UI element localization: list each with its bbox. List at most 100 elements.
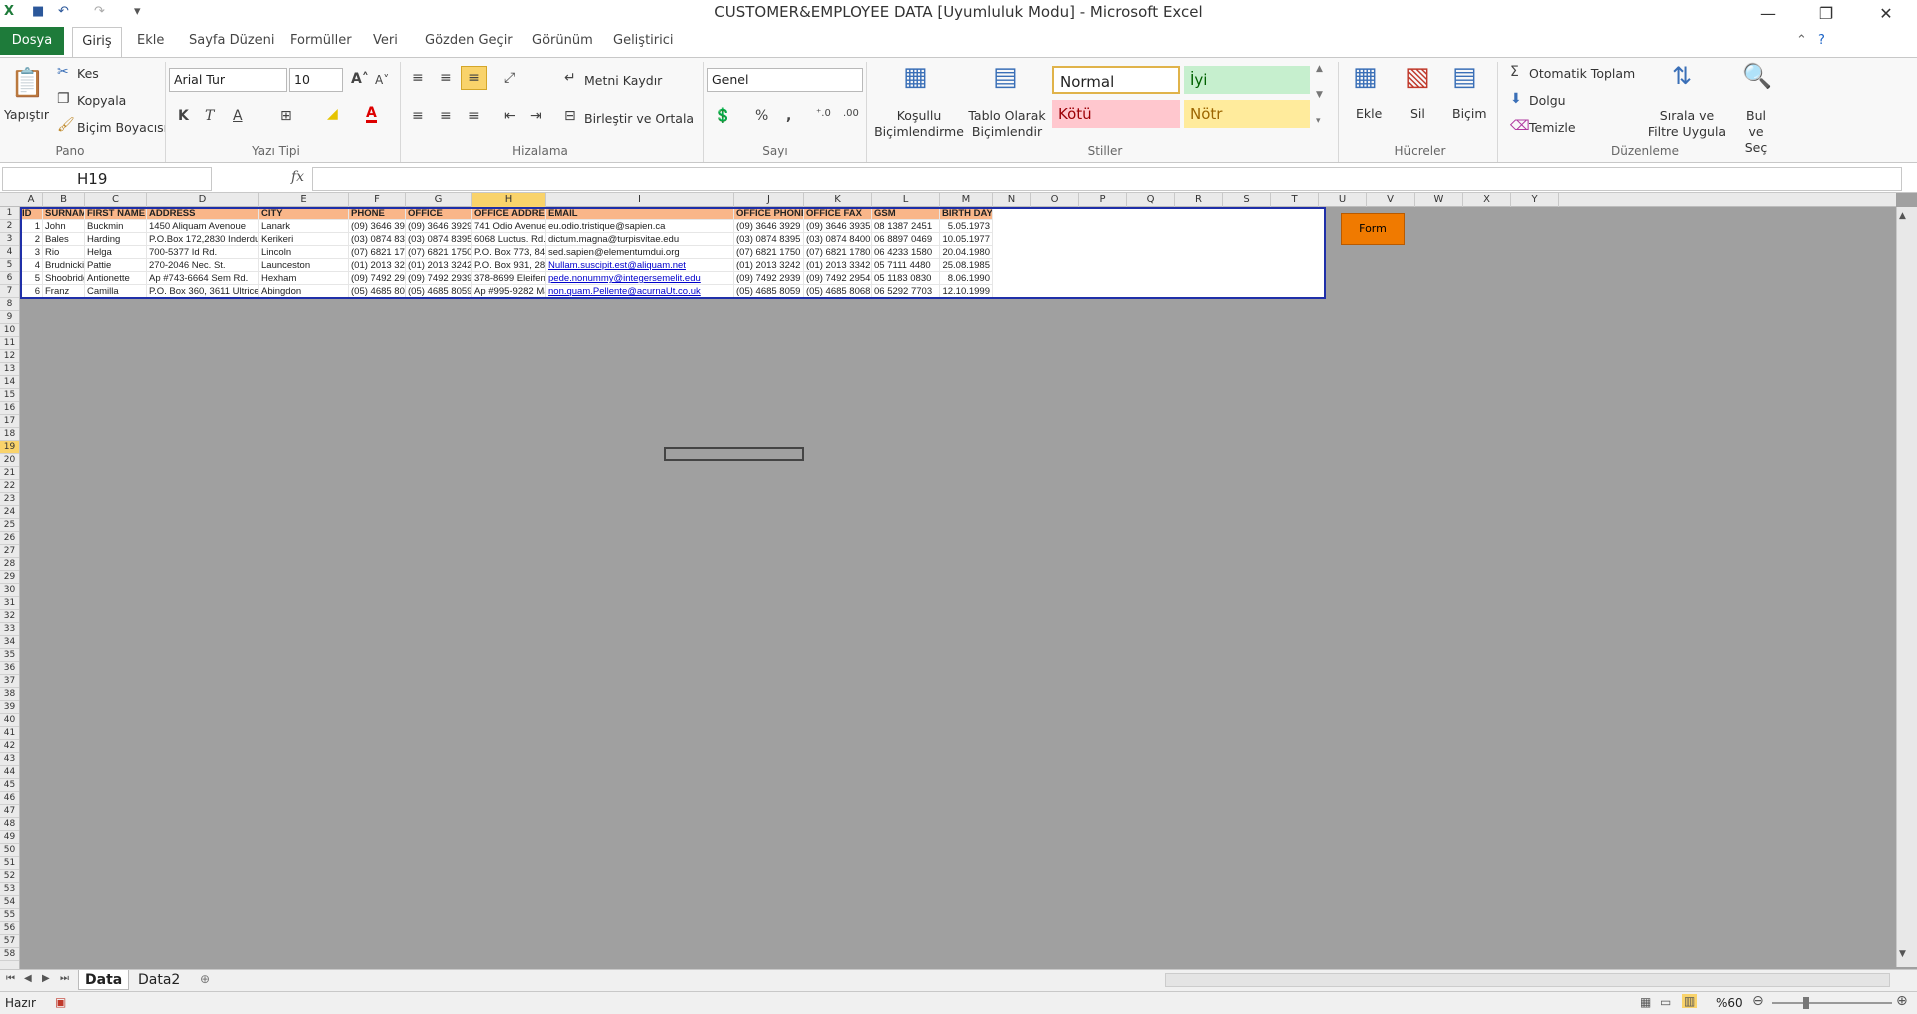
table-cell[interactable]: (09) 3646 3929	[734, 220, 804, 233]
column-header-i[interactable]: I	[546, 193, 734, 207]
table-header-cell[interactable]: PHONE	[349, 207, 406, 220]
increase-indent-icon[interactable]: ⇥	[530, 108, 542, 124]
styles-scroll-up-icon[interactable]: ▲	[1316, 64, 1323, 74]
table-cell[interactable]: Bales	[43, 233, 85, 246]
table-header-cell[interactable]: ID	[20, 207, 43, 220]
tab-dosya[interactable]: Dosya	[0, 27, 64, 55]
table-cell[interactable]: 6	[20, 285, 43, 298]
format-painter-button[interactable]: Biçim Boyacısı	[77, 120, 167, 135]
table-cell[interactable]: (03) 0874 8392	[349, 233, 406, 246]
merge-center-button[interactable]: Birleştir ve Ortala	[584, 111, 694, 126]
table-cell[interactable]: (07) 6821 1746	[349, 246, 406, 259]
row-header-42[interactable]: 42	[0, 740, 19, 753]
table-cell[interactable]: dictum.magna@turpisvitae.edu	[546, 233, 734, 246]
row-header-3[interactable]: 3	[0, 233, 19, 246]
table-cell[interactable]: Lanark	[259, 220, 349, 233]
row-header-41[interactable]: 41	[0, 727, 19, 740]
ribbon-minimize-icon[interactable]: ⌃	[1796, 33, 1807, 48]
table-cell[interactable]: 10.05.1977	[940, 233, 993, 246]
macro-record-icon[interactable]: ▣	[55, 995, 66, 1009]
table-cell[interactable]: Lincoln	[259, 246, 349, 259]
column-header-j[interactable]: J	[734, 193, 804, 207]
table-cell[interactable]: Harding	[85, 233, 147, 246]
column-header-l[interactable]: L	[872, 193, 940, 207]
sort-filter-button[interactable]: Sırala ve Filtre Uygula	[1645, 108, 1729, 140]
table-cell[interactable]: John	[43, 220, 85, 233]
column-header-f[interactable]: F	[349, 193, 406, 207]
fill-color-icon[interactable]: ◢	[327, 106, 338, 122]
table-cell[interactable]: (03) 0874 8395	[406, 233, 472, 246]
row-header-9[interactable]: 9	[0, 311, 19, 324]
table-cell[interactable]: (09) 3646 3926	[349, 220, 406, 233]
table-cell[interactable]: Launceston	[259, 259, 349, 272]
table-cell[interactable]: (09) 7492 2939	[406, 272, 472, 285]
column-header-m[interactable]: M	[940, 193, 993, 207]
row-header-19[interactable]: 19	[0, 441, 19, 454]
table-cell[interactable]: Nullam.suscipit.est@aliquam.net	[546, 259, 734, 272]
paste-icon[interactable]: 📋	[10, 66, 45, 99]
format-as-table-button[interactable]: Tablo Olarak Biçimlendir	[966, 108, 1048, 140]
table-cell[interactable]: P.O. Box 773, 8484 Nullam.	[472, 246, 546, 259]
table-cell[interactable]: 1450 Aliquam Avenoue	[147, 220, 259, 233]
increase-font-icon[interactable]: A˄	[351, 71, 369, 87]
column-header-n[interactable]: N	[993, 193, 1031, 207]
column-header-x[interactable]: X	[1463, 193, 1511, 207]
row-header-8[interactable]: 8	[0, 298, 19, 311]
cut-button[interactable]: Kes	[77, 66, 99, 81]
conditional-format-button[interactable]: Koşullu Biçimlendirme	[874, 108, 964, 140]
column-header-c[interactable]: C	[85, 193, 147, 207]
row-header-44[interactable]: 44	[0, 766, 19, 779]
table-cell[interactable]: 06 4233 1580	[872, 246, 940, 259]
table-header-cell[interactable]: BIRTH DAY	[940, 207, 993, 220]
table-cell[interactable]: Brudnicki	[43, 259, 85, 272]
minimize-icon[interactable]: —	[1748, 2, 1788, 26]
font-color-icon[interactable]: A	[366, 106, 377, 123]
align-right-icon[interactable]: ≡	[468, 108, 480, 124]
align-bottom-icon[interactable]: ≡	[461, 66, 487, 90]
tab-formuller[interactable]: Formüller	[290, 33, 352, 48]
row-header-34[interactable]: 34	[0, 636, 19, 649]
table-cell[interactable]: (01) 2013 3242	[734, 259, 804, 272]
table-cell[interactable]: (01) 2013 3238	[349, 259, 406, 272]
accounting-format-icon[interactable]: 💲	[714, 108, 731, 124]
table-header-cell[interactable]: ADDRESS	[147, 207, 259, 220]
column-header-h[interactable]: H	[472, 193, 546, 207]
align-top-icon[interactable]: ≡	[412, 70, 424, 86]
style-normal[interactable]: Normal	[1052, 66, 1180, 94]
table-cell[interactable]: (07) 6821 1750	[406, 246, 472, 259]
table-cell[interactable]: 4	[20, 259, 43, 272]
active-cell-h19[interactable]	[664, 447, 804, 461]
column-header-d[interactable]: D	[147, 193, 259, 207]
bold-button[interactable]: K	[178, 108, 189, 124]
table-header-cell[interactable]: OFFICE PHONE	[734, 207, 804, 220]
table-cell[interactable]: 06 5292 7703	[872, 285, 940, 298]
cell-grid[interactable]: IDSURNAMEFIRST NAMEADDRESSCITYPHONEOFFIC…	[20, 207, 1325, 298]
table-cell[interactable]: 5.05.1973	[940, 220, 993, 233]
row-header-11[interactable]: 11	[0, 337, 19, 350]
row-header-2[interactable]: 2	[0, 220, 19, 233]
table-cell[interactable]: sed.sapien@elementumdui.org	[546, 246, 734, 259]
insert-function-button[interactable]: fx	[291, 169, 304, 185]
table-cell[interactable]: (01) 2013 3342	[804, 259, 872, 272]
column-header-e[interactable]: E	[259, 193, 349, 207]
row-header-25[interactable]: 25	[0, 519, 19, 532]
table-cell[interactable]: 741 Odio Avenue	[472, 220, 546, 233]
close-icon[interactable]: ✕	[1866, 2, 1906, 26]
table-cell[interactable]: (05) 4685 8059	[406, 285, 472, 298]
fill-button[interactable]: Dolgu	[1529, 93, 1566, 108]
table-cell[interactable]: Ap #995-9282 Mattis. Av.	[472, 285, 546, 298]
percent-button[interactable]: %	[755, 108, 768, 124]
row-header-33[interactable]: 33	[0, 623, 19, 636]
table-cell[interactable]: 8.06.1990	[940, 272, 993, 285]
row-header-54[interactable]: 54	[0, 896, 19, 909]
row-header-6[interactable]: 6	[0, 272, 19, 285]
table-header-cell[interactable]: FIRST NAME	[85, 207, 147, 220]
row-header-16[interactable]: 16	[0, 402, 19, 415]
table-cell[interactable]: Pattie	[85, 259, 147, 272]
table-cell[interactable]: Ap #743-6664 Sem Rd.	[147, 272, 259, 285]
format-cells-button[interactable]: Biçim	[1452, 106, 1487, 121]
first-sheet-icon[interactable]: ⏮	[6, 973, 15, 984]
decrease-decimal-icon[interactable]: .00	[843, 108, 859, 119]
row-header-7[interactable]: 7	[0, 285, 19, 298]
table-cell[interactable]: 6068 Luctus. Rd.	[472, 233, 546, 246]
